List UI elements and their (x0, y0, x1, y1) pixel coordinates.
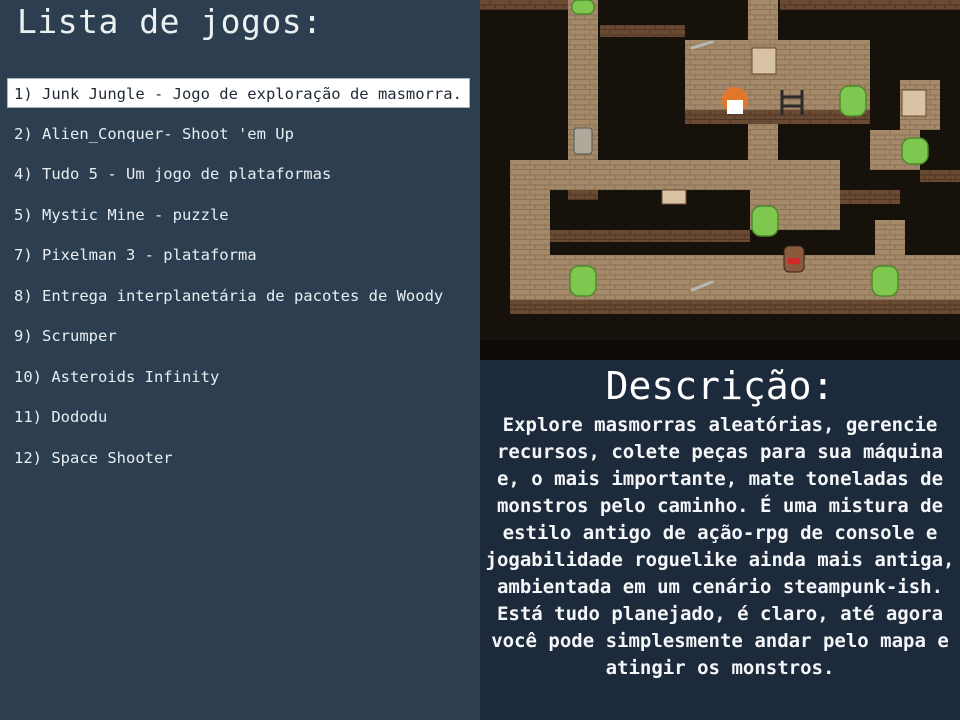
game-list-item[interactable]: 1) Junk Jungle - Jogo de exploração de m… (7, 78, 470, 108)
game-list-item[interactable]: 5) Mystic Mine - puzzle (0, 200, 480, 241)
game-list-item[interactable]: 9) Scrumper (0, 321, 480, 362)
game-list-item[interactable]: 11) Dododu (0, 402, 480, 443)
game-list-item[interactable]: 7) Pixelman 3 - plataforma (0, 240, 480, 281)
game-list-panel: Lista de jogos: 1) Junk Jungle - Jogo de… (0, 0, 480, 720)
game-screenshot (480, 0, 960, 360)
list-title: Lista de jogos: (17, 2, 323, 41)
game-list-item[interactable]: 4) Tudo 5 - Um jogo de plataformas (0, 159, 480, 200)
description-panel: Descrição: Explore masmorras aleatórias,… (480, 360, 960, 720)
game-list-item[interactable]: 10) Asteroids Infinity (0, 362, 480, 403)
game-list-item[interactable]: 8) Entrega interplanetária de pacotes de… (0, 281, 480, 322)
description-text: Explore masmorras aleatórias, gerencie r… (485, 414, 955, 679)
dungeon-map-image (480, 0, 960, 360)
game-list: 1) Junk Jungle - Jogo de exploração de m… (0, 78, 480, 483)
game-list-item[interactable]: 12) Space Shooter (0, 443, 480, 484)
game-list-item[interactable]: 2) Alien_Conquer- Shoot 'em Up (0, 119, 480, 160)
description-title: Descrição: (605, 364, 835, 408)
